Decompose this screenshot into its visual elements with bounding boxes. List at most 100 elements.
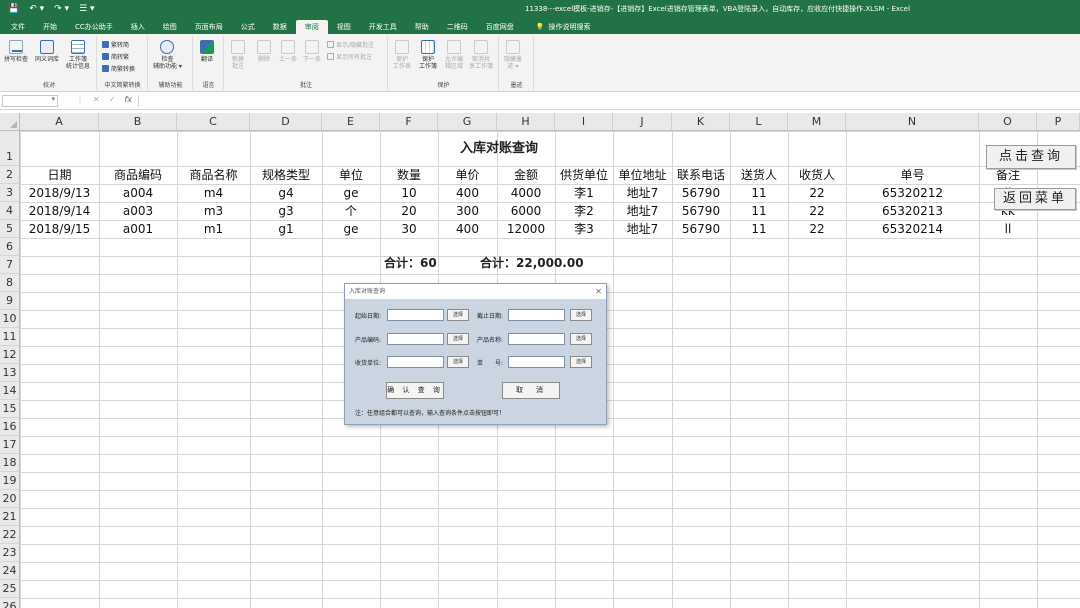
product-name-field[interactable] xyxy=(508,333,565,345)
back-to-menu-button[interactable]: 返回菜单 xyxy=(994,188,1076,210)
tab-5[interactable]: 页面布局 xyxy=(186,20,232,34)
cancel-icon[interactable]: ✕ xyxy=(93,95,100,104)
tab-11[interactable]: 帮助 xyxy=(406,20,438,34)
column-header[interactable]: E xyxy=(322,113,380,131)
table-cell[interactable]: 22 xyxy=(788,184,846,202)
tab-13[interactable]: 百度网盘 xyxy=(477,20,523,34)
row-header[interactable]: 7 xyxy=(0,256,20,274)
table-cell[interactable]: m1 xyxy=(177,220,250,238)
translate-button[interactable]: 翻译 xyxy=(200,40,214,63)
table-header-cell[interactable]: 收货人 xyxy=(788,166,846,184)
row-header[interactable]: 19 xyxy=(0,472,20,490)
table-cell[interactable]: 2018/9/14 xyxy=(20,202,99,220)
row-header[interactable]: 20 xyxy=(0,490,20,508)
table-cell[interactable]: 李1 xyxy=(555,184,613,202)
row-header[interactable]: 16 xyxy=(0,418,20,436)
row-header[interactable]: 13 xyxy=(0,364,20,382)
table-cell[interactable]: ge xyxy=(322,220,380,238)
show-hide-comment-button[interactable]: 显示/隐藏批注 xyxy=(327,40,374,49)
table-cell[interactable]: m4 xyxy=(177,184,250,202)
column-header[interactable]: M xyxy=(788,113,846,131)
order-number-field[interactable] xyxy=(508,356,565,368)
table-cell[interactable]: g1 xyxy=(250,220,322,238)
column-header[interactable]: C xyxy=(177,113,250,131)
product-code-pick-button[interactable]: 选择 xyxy=(447,333,469,345)
table-cell[interactable]: 11 xyxy=(730,184,788,202)
product-name-pick-button[interactable]: 选择 xyxy=(570,333,592,345)
table-cell[interactable]: 2018/9/13 xyxy=(20,184,99,202)
unshare-workbook-button[interactable]: 取消共 享工作簿 xyxy=(469,40,493,70)
insert-function-icon[interactable]: fx xyxy=(124,95,132,104)
to-traditional-button[interactable]: 简转繁 xyxy=(102,52,129,61)
table-cell[interactable]: g3 xyxy=(250,202,322,220)
start-date-field[interactable] xyxy=(387,309,444,321)
select-all-corner[interactable] xyxy=(0,113,20,131)
table-cell[interactable]: 李3 xyxy=(555,220,613,238)
table-header-cell[interactable]: 供货单位 xyxy=(555,166,613,184)
column-header[interactable]: A xyxy=(20,113,99,131)
table-cell[interactable]: 300 xyxy=(438,202,497,220)
table-cell[interactable]: 30 xyxy=(380,220,438,238)
table-cell[interactable]: 22 xyxy=(788,202,846,220)
table-cell[interactable]: a004 xyxy=(99,184,177,202)
table-header-cell[interactable]: 金额 xyxy=(497,166,555,184)
table-cell[interactable]: 12000 xyxy=(497,220,555,238)
table-cell[interactable]: 李2 xyxy=(555,202,613,220)
tab-12[interactable]: 二维码 xyxy=(438,20,477,34)
table-cell[interactable]: 11 xyxy=(730,202,788,220)
column-header[interactable]: L xyxy=(730,113,788,131)
row-header[interactable]: 4 xyxy=(0,202,20,220)
table-header-cell[interactable]: 日期 xyxy=(20,166,99,184)
row-header[interactable]: 21 xyxy=(0,508,20,526)
column-header[interactable]: G xyxy=(438,113,497,131)
table-cell[interactable]: 400 xyxy=(438,184,497,202)
column-header[interactable]: J xyxy=(613,113,672,131)
table-cell[interactable]: ge xyxy=(322,184,380,202)
table-cell[interactable]: 6000 xyxy=(497,202,555,220)
table-cell[interactable]: 11 xyxy=(730,220,788,238)
row-header[interactable]: 14 xyxy=(0,382,20,400)
enter-icon[interactable]: ✓ xyxy=(109,95,116,104)
table-cell[interactable]: 地址7 xyxy=(613,220,672,238)
table-cell[interactable]: 56790 xyxy=(672,220,730,238)
column-header[interactable]: K xyxy=(672,113,730,131)
receiver-pick-button[interactable]: 选择 xyxy=(447,356,469,368)
row-header[interactable]: 8 xyxy=(0,274,20,292)
order-number-pick-button[interactable]: 选择 xyxy=(570,356,592,368)
tell-me-search[interactable]: 💡 操作说明搜索 xyxy=(527,20,600,34)
row-header[interactable]: 6 xyxy=(0,238,20,256)
table-header-cell[interactable]: 联系电话 xyxy=(672,166,730,184)
previous-comment-button[interactable]: 上一条 xyxy=(279,40,297,63)
row-header[interactable]: 15 xyxy=(0,400,20,418)
formula-input[interactable] xyxy=(138,95,1078,107)
table-cell[interactable]: 400 xyxy=(438,220,497,238)
table-cell[interactable]: 2018/9/15 xyxy=(20,220,99,238)
workbook-statistics-button[interactable]: 工作簿 统计信息 xyxy=(66,40,90,70)
receiver-field[interactable] xyxy=(387,356,444,368)
next-comment-button[interactable]: 下一条 xyxy=(303,40,321,63)
row-header[interactable]: 22 xyxy=(0,526,20,544)
check-accessibility-button[interactable]: 检查 辅助功能 ▾ xyxy=(153,40,182,70)
table-cell[interactable]: 地址7 xyxy=(613,202,672,220)
cancel-button[interactable]: 取 消 xyxy=(502,382,560,399)
table-cell[interactable]: 56790 xyxy=(672,202,730,220)
table-header-cell[interactable]: 单位 xyxy=(322,166,380,184)
table-cell[interactable]: 地址7 xyxy=(613,184,672,202)
to-simplified-button[interactable]: 繁转简 xyxy=(102,40,129,49)
tab-4[interactable]: 绘图 xyxy=(154,20,186,34)
hide-ink-button[interactable]: 隐藏墨 迹 ▾ xyxy=(504,40,522,70)
column-header[interactable]: B xyxy=(99,113,177,131)
customize-qat-icon[interactable]: ☰ ▾ xyxy=(79,0,94,18)
column-header[interactable]: N xyxy=(846,113,979,131)
protect-sheet-button[interactable]: 保护 工作表 xyxy=(393,40,411,70)
row-header[interactable]: 26 xyxy=(0,598,20,608)
table-cell[interactable]: 个 xyxy=(322,202,380,220)
show-all-comments-button[interactable]: 显示所有批注 xyxy=(327,52,372,61)
table-cell[interactable]: a003 xyxy=(99,202,177,220)
start-date-pick-button[interactable]: 选择 xyxy=(447,309,469,321)
table-cell[interactable]: g4 xyxy=(250,184,322,202)
table-cell[interactable]: ll xyxy=(979,220,1037,238)
table-cell[interactable]: m3 xyxy=(177,202,250,220)
end-date-field[interactable] xyxy=(508,309,565,321)
tab-7[interactable]: 数据 xyxy=(264,20,296,34)
